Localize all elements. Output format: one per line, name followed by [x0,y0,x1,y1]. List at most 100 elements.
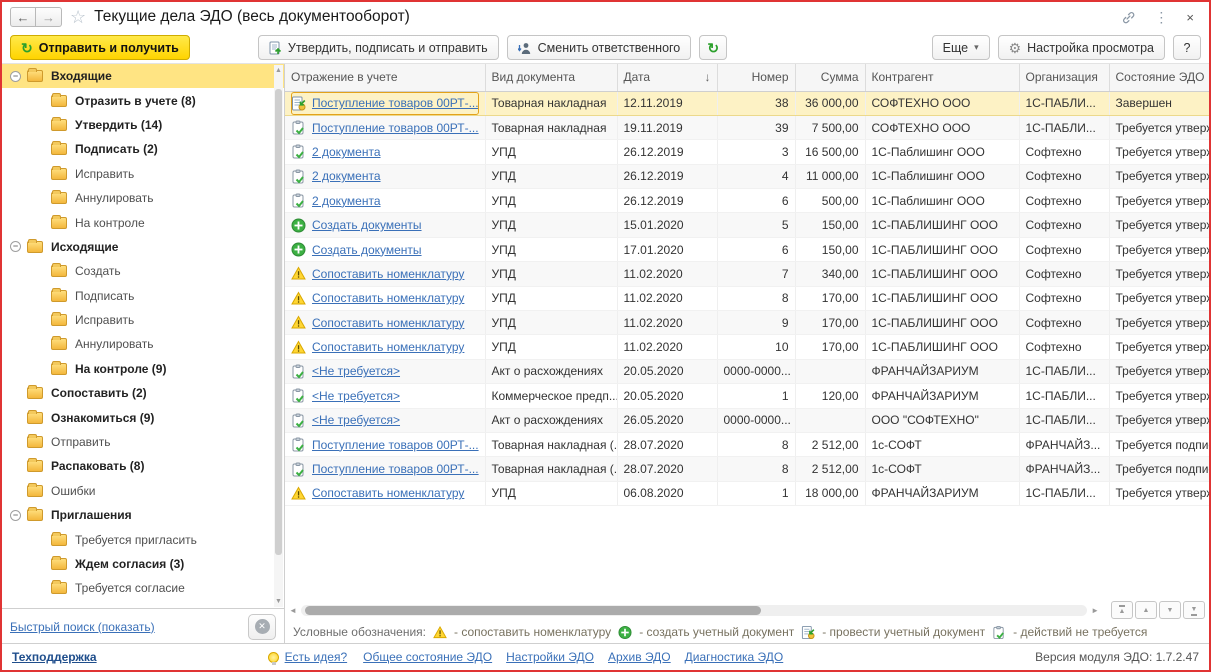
document-link[interactable]: <Не требуется> [312,413,400,427]
table-row[interactable]: 2 документаУПД26.12.2019411 000,001С-Паб… [285,164,1209,188]
go-first-button[interactable]: ▲ [1111,601,1133,619]
tree-item-17[interactable]: Ошибки [2,479,284,503]
quick-search-link[interactable]: Быстрый поиск (показать) [10,620,155,634]
hscroll-thumb[interactable] [305,606,761,615]
tree-item-4[interactable]: Исправить [2,162,284,186]
table-row[interactable]: Сопоставить номенклатуруУПД11.02.2020817… [285,286,1209,310]
column-header-1[interactable]: Вид документа [485,64,617,91]
column-header-7[interactable]: Состояние ЭДО [1109,64,1209,91]
column-header-4[interactable]: Сумма [795,64,865,91]
get-link-icon[interactable] [1116,10,1141,25]
document-link[interactable]: 2 документа [312,145,381,159]
footer-link-0[interactable]: Общее состояние ЭДО [363,650,492,664]
tree-item-12[interactable]: На контроле (9) [2,357,284,381]
tree-item-1[interactable]: Отразить в учете (8) [2,88,284,112]
footer-link-2[interactable]: Архив ЭДО [608,650,671,664]
document-link[interactable]: Поступление товаров 00РТ-... [312,96,479,110]
change-responsible-button[interactable]: Сменить ответственного [507,35,692,60]
tree-item-7[interactable]: −Исходящие [2,235,284,259]
document-link[interactable]: <Не требуется> [312,389,400,403]
table-row[interactable]: Создать документыУПД17.01.20206150,001С-… [285,237,1209,261]
table-row[interactable]: Сопоставить номенклатуруУПД11.02.2020734… [285,262,1209,286]
tree-item-5[interactable]: Аннулировать [2,186,284,210]
favorite-star-icon[interactable]: ☆ [70,8,86,26]
collapse-icon[interactable]: − [10,510,21,521]
column-header-3[interactable]: Номер [717,64,795,91]
horizontal-scrollbar[interactable]: ◄ ► ▲ ▲ ▼ ▼ [285,600,1209,620]
tree-item-2[interactable]: Утвердить (14) [2,113,284,137]
tree-item-21[interactable]: Требуется согласие [2,576,284,600]
tree-item-11[interactable]: Аннулировать [2,332,284,356]
tech-support-link[interactable]: Техподдержка [12,650,97,664]
scroll-right-icon[interactable]: ► [1091,606,1099,615]
scroll-down-icon[interactable]: ▼ [274,598,283,605]
tree-item-8[interactable]: Создать [2,259,284,283]
tree-item-19[interactable]: Требуется пригласить [2,527,284,551]
table-row[interactable]: 2 документаУПД26.12.2019316 500,001С-Паб… [285,140,1209,164]
document-link[interactable]: Поступление товаров 00РТ-... [312,438,479,452]
forward-button[interactable]: → [36,7,62,27]
table-row[interactable]: Сопоставить номенклатуруУПД06.08.2020118… [285,481,1209,505]
footer-link-1[interactable]: Настройки ЭДО [506,650,594,664]
document-link[interactable]: 2 документа [312,169,381,183]
hscroll-track[interactable] [301,605,1087,616]
more-menu-icon[interactable]: ⋮ [1149,9,1173,26]
idea-link[interactable]: Есть идея? [285,650,348,664]
column-header-6[interactable]: Организация [1019,64,1109,91]
document-link[interactable]: Сопоставить номенклатуру [312,486,464,500]
table-row[interactable]: Поступление товаров 00РТ-...Товарная нак… [285,91,1209,115]
tree-item-6[interactable]: На контроле [2,210,284,234]
table-row[interactable]: Сопоставить номенклатуруУПД11.02.2020917… [285,311,1209,335]
go-last-button[interactable]: ▼ [1183,601,1205,619]
collapse-icon[interactable]: − [10,71,21,82]
document-link[interactable]: Создать документы [312,218,422,232]
column-header-0[interactable]: Отражение в учете [285,64,485,91]
document-link[interactable]: Сопоставить номенклатуру [312,291,464,305]
help-button[interactable]: ? [1173,35,1201,60]
table-row[interactable]: Поступление товаров 00РТ-...Товарная нак… [285,432,1209,456]
document-link[interactable]: Сопоставить номенклатуру [312,316,464,330]
footer-link-3[interactable]: Диагностика ЭДО [685,650,784,664]
tree-item-9[interactable]: Подписать [2,284,284,308]
tree-scrollbar-thumb[interactable] [275,89,282,555]
tree-scrollbar[interactable]: ▲ ▼ [274,65,283,607]
column-header-5[interactable]: Контрагент [865,64,1019,91]
document-link[interactable]: 2 документа [312,194,381,208]
tree-item-18[interactable]: −Приглашения [2,503,284,527]
table-row[interactable]: <Не требуется>Коммерческое предп...20.05… [285,384,1209,408]
go-next-button[interactable]: ▼ [1159,601,1181,619]
document-link[interactable]: Сопоставить номенклатуру [312,267,464,281]
tree-item-10[interactable]: Исправить [2,308,284,332]
refresh-list-button[interactable]: ↻ [699,35,727,60]
close-window-icon[interactable]: × [1181,10,1199,25]
tree-item-16[interactable]: Распаковать (8) [2,454,284,478]
document-link[interactable]: Поступление товаров 00РТ-... [312,121,479,135]
tree-item-13[interactable]: Сопоставить (2) [2,381,284,405]
scroll-up-icon[interactable]: ▲ [274,67,283,74]
table-row[interactable]: Поступление товаров 00РТ-...Товарная нак… [285,457,1209,481]
document-link[interactable]: Сопоставить номенклатуру [312,340,464,354]
table-row[interactable]: <Не требуется>Акт о расхождениях26.05.20… [285,408,1209,432]
tree-item-14[interactable]: Ознакомиться (9) [2,405,284,429]
tree-item-20[interactable]: Ждем согласия (3) [2,552,284,576]
table-row[interactable]: <Не требуется>Акт о расхождениях20.05.20… [285,359,1209,383]
tree-item-15[interactable]: Отправить [2,430,284,454]
collapse-icon[interactable]: − [10,241,21,252]
approve-sign-send-button[interactable]: Утвердить, подписать и отправить [258,35,499,60]
more-button[interactable]: Еще ▾ [932,35,990,60]
scroll-left-icon[interactable]: ◄ [289,606,297,615]
table-row[interactable]: Создать документыУПД15.01.20205150,001С-… [285,213,1209,237]
table-row[interactable]: Сопоставить номенклатуруУПД11.02.2020101… [285,335,1209,359]
column-header-2[interactable]: Дата↓ [617,64,717,91]
tree-item-0[interactable]: −Входящие [2,64,284,88]
table-row[interactable]: 2 документаУПД26.12.20196500,001С-Паблиш… [285,189,1209,213]
view-settings-button[interactable]: ⚙ Настройка просмотра [998,35,1165,60]
clear-search-button[interactable]: ✕ [248,614,276,640]
tree-item-3[interactable]: Подписать (2) [2,137,284,161]
document-link[interactable]: Создать документы [312,243,422,257]
document-link[interactable]: Поступление товаров 00РТ-... [312,462,479,476]
document-link[interactable]: <Не требуется> [312,364,400,378]
send-receive-button[interactable]: ↻ Отправить и получить [10,35,190,60]
go-previous-button[interactable]: ▲ [1135,601,1157,619]
table-row[interactable]: Поступление товаров 00РТ-...Товарная нак… [285,115,1209,139]
